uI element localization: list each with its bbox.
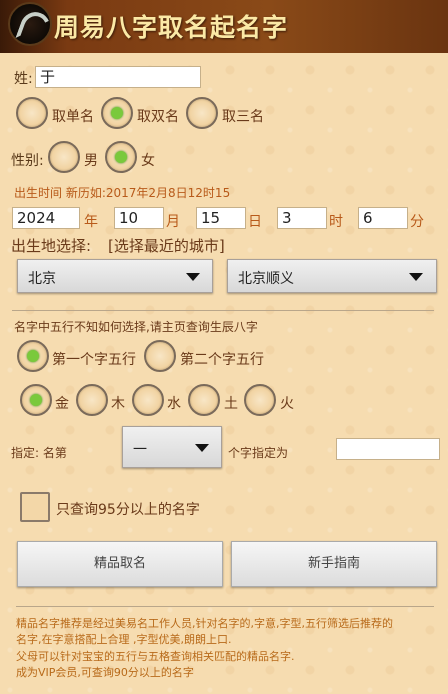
radio-element-earth[interactable] <box>188 384 220 416</box>
designate-suffix: 个字指定为 <box>228 446 289 460</box>
gender-label: 性别: <box>11 153 44 169</box>
chevron-down-icon <box>186 273 200 281</box>
radio-element-metal-label: 金 <box>55 396 69 412</box>
radio-element-fire[interactable] <box>244 384 276 416</box>
wuxing-hint: 名字中五行不知如何选择,请主页查询生辰八字 <box>14 320 258 334</box>
footer-line: 成为VIP会员,可查询90分以上的名字 <box>16 666 194 679</box>
birthplace-label: 出生地选择: <box>11 237 92 255</box>
day-unit: 日 <box>248 214 262 230</box>
radio-gender-male-label: 男 <box>84 153 98 169</box>
char-position-dropdown[interactable]: 一 <box>122 426 222 468</box>
surname-label: 姓: <box>14 71 33 87</box>
designated-char-input[interactable] <box>336 438 440 460</box>
beginner-guide-button[interactable]: 新手指南 <box>231 541 437 587</box>
birthplace-hint: [选择最近的城市] <box>108 237 225 255</box>
chevron-down-icon <box>195 444 209 452</box>
footer-line: 名字,在字意搭配上合理 ,字型优美,朗朗上口. <box>16 633 232 646</box>
score-filter-checkbox[interactable] <box>20 492 50 522</box>
score-filter-label: 只查询95分以上的名字 <box>56 502 200 518</box>
radio-triple-name-label: 取三名 <box>222 109 264 125</box>
city-dropdown[interactable]: 北京顺义 <box>227 259 437 293</box>
chevron-down-icon <box>409 273 423 281</box>
designate-prefix: 指定: 名第 <box>11 446 67 460</box>
app-title: 周易八字取名起名字 <box>54 13 289 42</box>
month-unit: 月 <box>166 214 180 230</box>
birth-time-hint: 出生时间 新历如:2017年2月8日12时15 <box>14 186 231 200</box>
radio-element-water-label: 水 <box>167 396 181 412</box>
minute-unit: 分 <box>410 214 424 230</box>
birth-minute-input[interactable]: 6 <box>358 207 408 229</box>
radio-first-char-wuxing-label: 第一个字五行 <box>52 352 136 368</box>
birth-hour-input[interactable]: 3 <box>277 207 327 229</box>
birth-day-input[interactable]: 15 <box>196 207 246 229</box>
radio-element-fire-label: 火 <box>280 396 294 412</box>
hour-unit: 时 <box>329 214 343 230</box>
province-value: 北京 <box>28 271 56 287</box>
divider <box>16 606 434 607</box>
radio-element-wood[interactable] <box>76 384 108 416</box>
radio-gender-female[interactable] <box>105 141 137 173</box>
radio-element-water[interactable] <box>132 384 164 416</box>
radio-element-metal[interactable] <box>20 384 52 416</box>
radio-element-earth-label: 土 <box>224 396 238 412</box>
radio-second-char-wuxing-label: 第二个字五行 <box>180 352 264 368</box>
radio-double-name[interactable] <box>101 97 133 129</box>
radio-second-char-wuxing[interactable] <box>144 340 176 372</box>
birth-month-input[interactable]: 10 <box>114 207 164 229</box>
char-position-value: 一 <box>133 442 147 458</box>
city-value: 北京顺义 <box>238 271 294 287</box>
radio-double-name-label: 取双名 <box>137 109 179 125</box>
footer-line: 父母可以针对宝宝的五行与五格查询相关匹配的精品名字. <box>16 650 295 663</box>
radio-element-wood-label: 木 <box>111 396 125 412</box>
province-dropdown[interactable]: 北京 <box>17 259 213 293</box>
radio-single-name[interactable] <box>16 97 48 129</box>
birth-year-input[interactable]: 2024 <box>12 207 80 229</box>
radio-triple-name[interactable] <box>186 97 218 129</box>
app-header: 周易八字取名起名字 <box>0 0 448 53</box>
yin-yang-logo-icon <box>8 2 52 46</box>
radio-gender-male[interactable] <box>48 141 80 173</box>
surname-input[interactable]: 于 <box>35 66 201 88</box>
divider <box>12 310 434 311</box>
footer-line: 精品名字推荐是经过美易名工作人员,针对名字的,字意,字型,五行筛选后推荐的 <box>16 617 393 630</box>
year-unit: 年 <box>84 214 98 230</box>
premium-naming-button[interactable]: 精品取名 <box>17 541 223 587</box>
radio-first-char-wuxing[interactable] <box>17 340 49 372</box>
radio-single-name-label: 取单名 <box>52 109 94 125</box>
radio-gender-female-label: 女 <box>141 153 155 169</box>
